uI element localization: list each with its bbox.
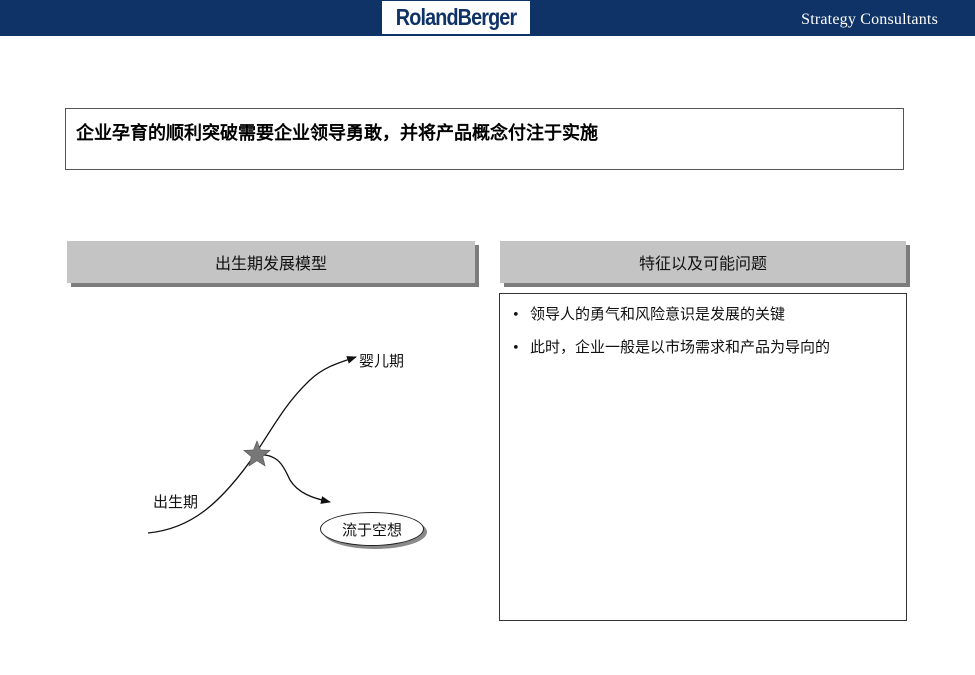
bullet-dot-icon: •	[512, 308, 520, 323]
star-icon	[243, 440, 271, 467]
right-panel-title: 特征以及可能问题	[500, 241, 906, 283]
failure-branch	[257, 454, 331, 504]
features-box: • 领导人的勇气和风险意识是发展的关键 • 此时，企业一般是以市场需求和产品为导…	[499, 293, 907, 621]
tagline: Strategy Consultants	[801, 11, 938, 28]
bullet-text: 此时，企业一般是以市场需求和产品为导向的	[530, 338, 831, 356]
fantasy-outcome-oval: 流于空想	[320, 512, 424, 546]
bullet-dot-icon: •	[512, 341, 520, 356]
infant-stage-label: 婴儿期	[359, 352, 405, 370]
fantasy-outcome-label: 流于空想	[341, 520, 402, 539]
header-band: RolandBerger Strategy Consultants	[0, 0, 975, 36]
headline-text: 企业孕育的顺利突破需要企业领导勇敢，并将产品概念付注于实施	[76, 123, 598, 144]
birth-stage-label: 出生期	[153, 493, 199, 511]
bullet-text: 领导人的勇气和风险意识是发展的关键	[530, 305, 786, 323]
left-panel-title: 出生期发展模型	[67, 241, 475, 283]
headline-box: 企业孕育的顺利突破需要企业领导勇敢，并将产品概念付注于实施	[65, 108, 904, 170]
company-logo: RolandBerger	[382, 1, 530, 34]
bullet-item: • 领导人的勇气和风险意识是发展的关键	[512, 304, 896, 326]
logo-text: RolandBerger	[395, 4, 517, 30]
bullet-item: • 此时，企业一般是以市场需求和产品为导向的	[512, 337, 896, 359]
